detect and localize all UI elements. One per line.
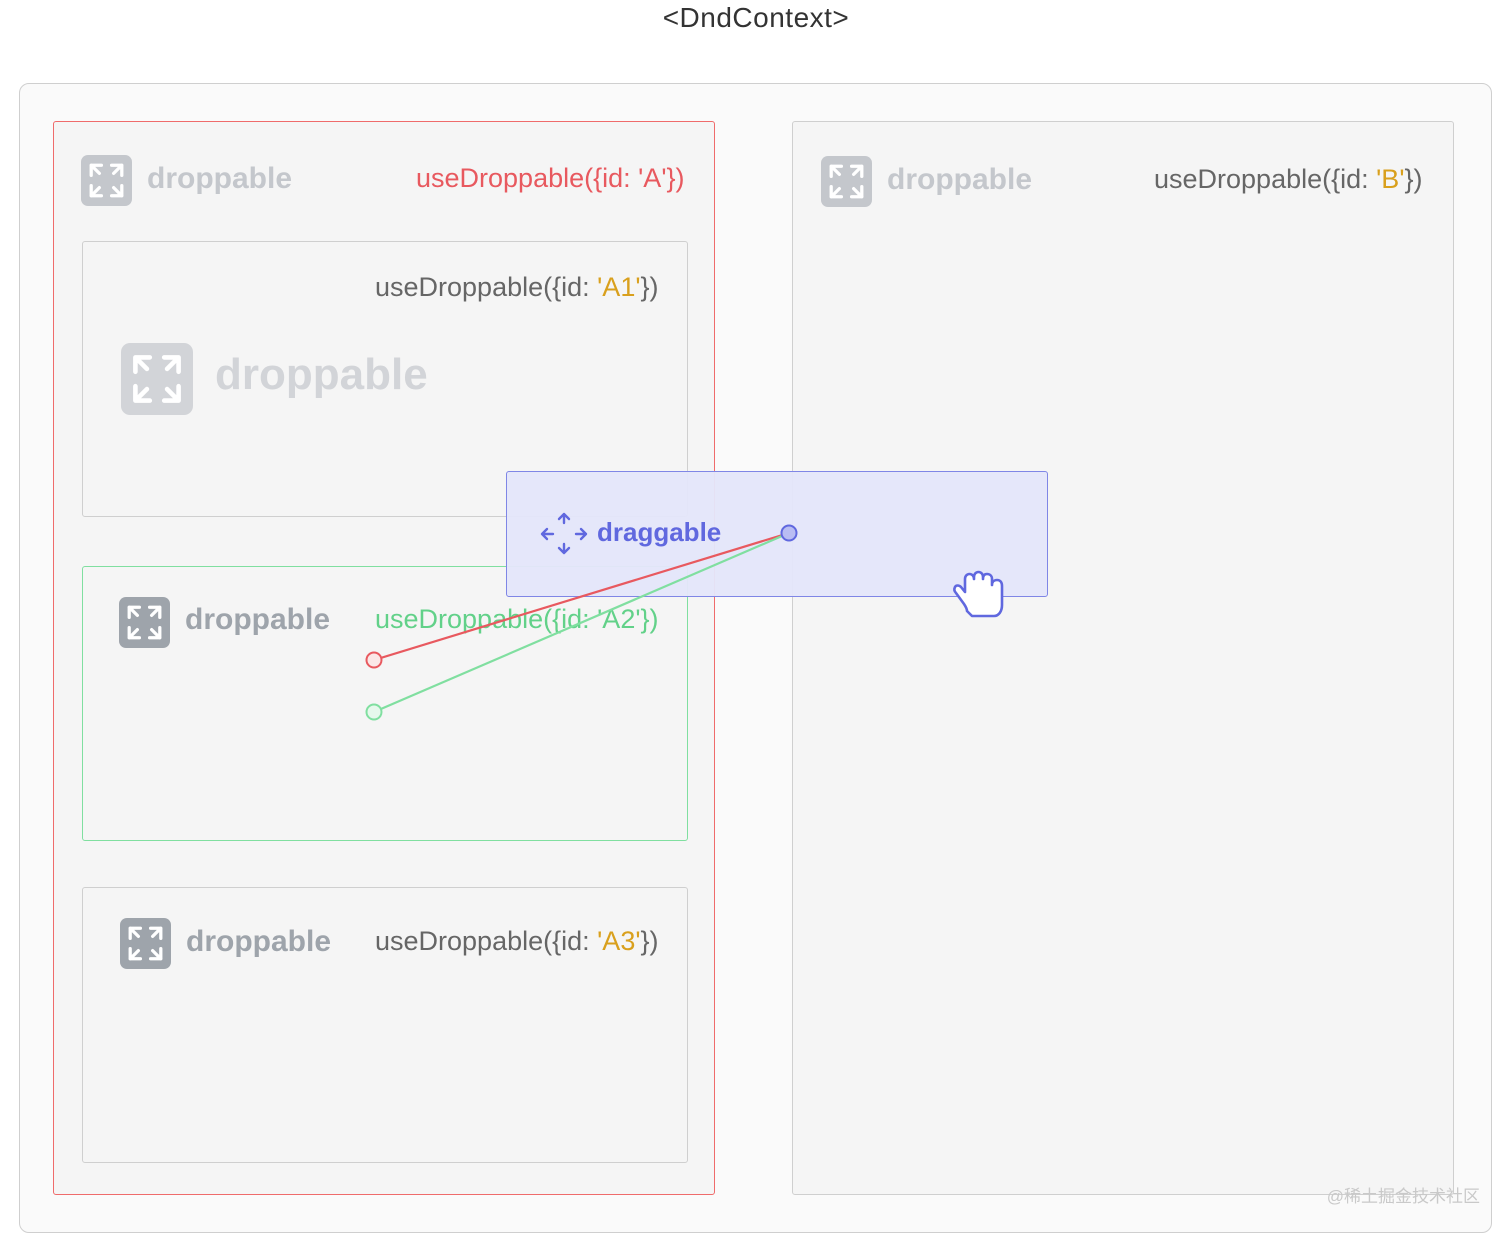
- droppable-a2-label: droppable: [185, 603, 331, 636]
- expand-icon: [821, 156, 872, 207]
- droppable-a1-hook: useDroppable({id: 'A1'}): [375, 272, 659, 302]
- draggable-item[interactable]: [506, 471, 1048, 597]
- watermark: @稀土掘金技术社区: [1326, 1187, 1480, 1206]
- expand-icon: [119, 597, 170, 648]
- droppable-b[interactable]: [792, 121, 1454, 1195]
- droppable-a-label: droppable: [147, 162, 293, 195]
- droppable-a1-label: droppable: [215, 350, 428, 399]
- dnd-context-title: <DndContext>: [662, 2, 850, 33]
- expand-icon: [121, 343, 193, 415]
- expand-icon: [120, 918, 171, 969]
- droppable-b-hook: useDroppable({id: 'B'}): [1154, 164, 1423, 194]
- droppable-a3-label: droppable: [186, 925, 332, 958]
- droppable-a-hook: useDroppable({id: 'A'}): [416, 163, 685, 193]
- droppable-a2-hook: useDroppable({id: 'A2'}): [375, 604, 659, 634]
- droppable-a3-hook: useDroppable({id: 'A3'}): [375, 926, 659, 956]
- droppable-b-label: droppable: [887, 163, 1033, 196]
- draggable-label: draggable: [597, 517, 722, 547]
- expand-icon: [81, 155, 132, 206]
